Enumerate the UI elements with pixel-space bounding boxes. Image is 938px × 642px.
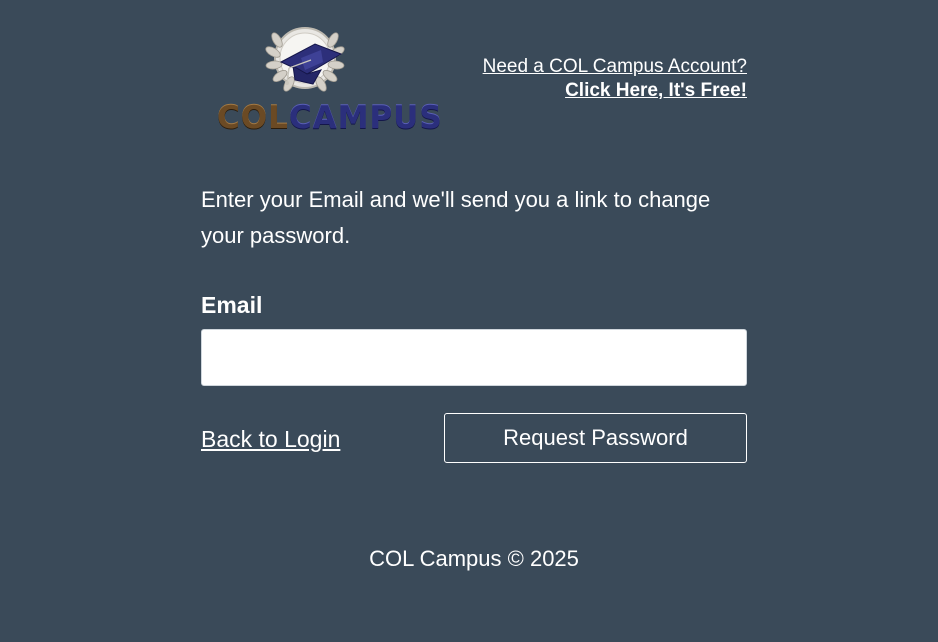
graduation-cap-laurel-icon <box>265 27 345 92</box>
logo-word-col: COL <box>217 100 289 136</box>
email-input[interactable] <box>201 329 747 386</box>
logo-wordmark: COLCAMPUS <box>217 100 442 136</box>
signup-link-free[interactable]: Click Here, It's Free! <box>483 79 747 103</box>
signup-prompt: Need a COL Campus Account? Click Here, I… <box>483 55 747 103</box>
request-password-button[interactable]: Request Password <box>444 413 747 463</box>
logo-word-campus: CAMPUS <box>288 100 443 136</box>
footer-copyright: COL Campus © 2025 <box>369 546 579 571</box>
password-reset-panel: COLCAMPUS Need a COL Campus Account? Cli… <box>201 0 747 642</box>
signup-link-question[interactable]: Need a COL Campus Account? <box>483 55 747 79</box>
back-to-login-link[interactable]: Back to Login <box>201 424 340 454</box>
colcampus-logo: COLCAMPUS <box>217 20 442 136</box>
reset-instructions: Enter your Email and we'll send you a li… <box>201 187 711 248</box>
email-label: Email <box>201 292 263 318</box>
